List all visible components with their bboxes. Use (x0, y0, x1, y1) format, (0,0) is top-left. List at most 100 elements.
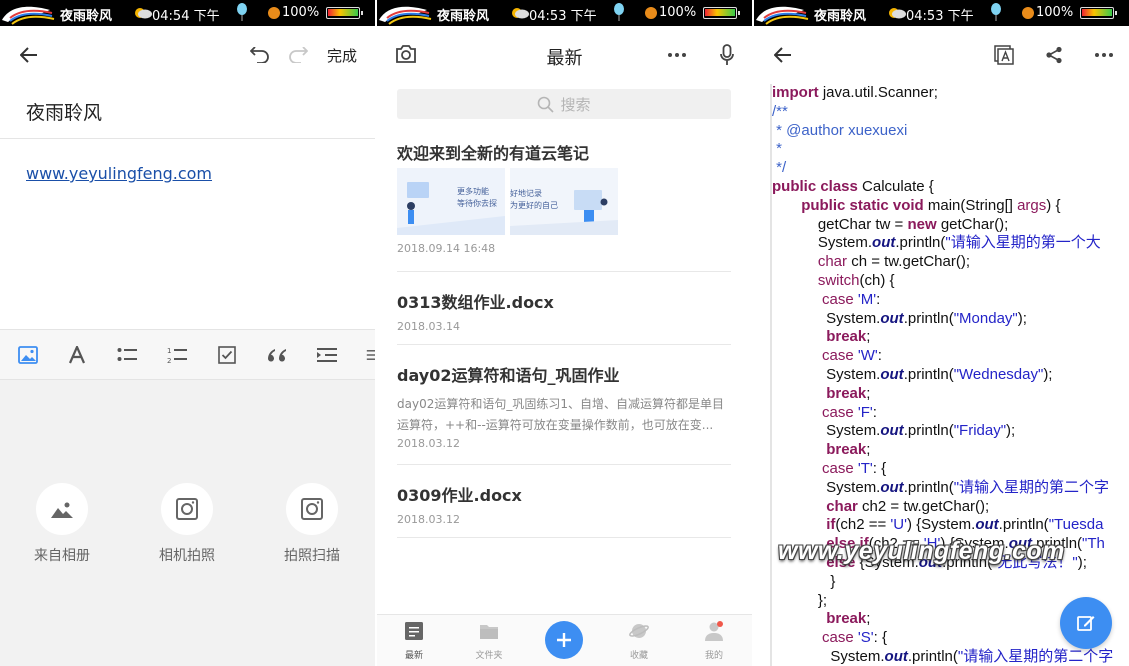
more-format-icon[interactable] (364, 344, 375, 366)
code-token: public class (772, 177, 858, 195)
code-line: switch(ch) { (772, 272, 1129, 291)
list-item[interactable]: day02运算符和语句_巩固作业 day02运算符和语句_巩固练习1、自增、自减… (397, 362, 731, 450)
tab-label: 文件夹 (475, 651, 503, 661)
code-token: "Friday" (953, 422, 1007, 440)
redo-icon[interactable] (286, 42, 310, 68)
list-item[interactable]: 欢迎来到全新的有道云笔记 (397, 140, 731, 164)
numbered-list-icon[interactable]: 12 (166, 344, 188, 366)
code-line: import java.util.Scanner; (772, 84, 1129, 103)
code-token: out (880, 365, 904, 383)
add-note-button[interactable] (545, 621, 583, 659)
code-token: 'S' (857, 629, 874, 647)
folder-icon (480, 625, 498, 639)
back-arrow-icon[interactable] (16, 42, 42, 68)
watermark-text: www.yeyulingfeng.com (778, 537, 1065, 565)
code-line: * @author xuexuexi (772, 122, 1129, 141)
note-preview: day02运算符和语句_巩固练习1、自增、自减运算符都是单目运算符，++和--运… (397, 397, 724, 432)
svg-text:2: 2 (167, 357, 171, 364)
code-line: break; (772, 328, 1129, 347)
code-token: .println( (903, 309, 954, 327)
tab-folders[interactable]: 文件夹 (459, 621, 519, 661)
document-icon (405, 622, 423, 640)
horse-logo-icon (379, 6, 432, 25)
weather-icon (889, 8, 906, 19)
divider (397, 271, 731, 272)
code-token: .println( (895, 234, 946, 252)
note-date: 2018.03.12 (397, 513, 460, 526)
thumbnail-caption: 好地记录 为更好的自己 (510, 189, 558, 210)
text-mode-icon[interactable] (992, 43, 1016, 67)
battery-saver-icon (645, 7, 657, 19)
quote-icon[interactable] (266, 344, 288, 366)
code-token: ); (1017, 309, 1027, 327)
code-line: case 'M': (772, 291, 1129, 310)
svg-text:1: 1 (167, 347, 171, 355)
divider (397, 537, 731, 538)
insert-camera-photo[interactable]: 相机拍照 (147, 483, 227, 565)
microphone-icon[interactable] (716, 43, 738, 67)
note-link[interactable]: www.yeyulingfeng.com (26, 164, 212, 183)
battery-saver-icon (1022, 7, 1034, 19)
code-token: ); (1006, 422, 1016, 440)
list-item[interactable]: 0313数组作业.docx 2018.03.14 (397, 289, 731, 333)
code-token: new (907, 215, 937, 233)
code-token: java.util.Scanner; (818, 84, 938, 101)
code-token: break (826, 441, 867, 459)
undo-icon[interactable] (248, 42, 272, 68)
code-line: /** (772, 103, 1129, 122)
bullet-list-icon[interactable] (116, 344, 138, 366)
tab-profile[interactable]: 我的 (684, 621, 744, 661)
edit-button[interactable] (1060, 597, 1112, 649)
code-token: .println( (903, 365, 954, 383)
code-token: break (826, 384, 867, 402)
code-token: (ch2 == (835, 516, 891, 534)
code-line: public static void main(String[] args) { (772, 197, 1129, 216)
code-token: public static void (801, 196, 924, 214)
checkbox-icon[interactable] (216, 344, 238, 366)
code-token: : { (872, 459, 887, 477)
code-line: System.out.println("Friday"); (772, 422, 1129, 441)
code-line: if(ch2 == 'U') {System.out.println("Tues… (772, 516, 1129, 535)
insert-scan[interactable]: 拍照扫描 (272, 483, 352, 565)
indent-icon[interactable] (316, 344, 338, 366)
note-title[interactable]: 夜雨聆风 (26, 98, 102, 125)
list-item[interactable]: 0309作业.docx 2018.03.12 (397, 482, 731, 526)
tab-latest[interactable]: 最新 (384, 621, 444, 661)
search-input[interactable]: 搜索 (397, 89, 731, 119)
tab-favorites[interactable]: 收藏 (609, 621, 669, 661)
pencil-icon (1077, 616, 1095, 631)
code-token: case (822, 290, 854, 308)
code-token: getChar(); (936, 215, 1009, 233)
note-thumbnail: 好地记录 为更好的自己 (510, 168, 618, 235)
done-button[interactable]: 完成 (327, 45, 357, 66)
balloon-icon (991, 3, 1001, 21)
code-token: main(String[] (923, 196, 1018, 214)
more-icon[interactable] (665, 44, 689, 66)
code-token: 'M' (857, 290, 877, 308)
code-token: ; (866, 384, 871, 402)
tab-label: 最新 (404, 651, 423, 661)
balloon-icon (614, 3, 624, 21)
text-format-icon[interactable] (66, 344, 88, 366)
code-line: * (772, 140, 1129, 159)
code-line: System.out.println("Monday"); (772, 310, 1129, 329)
note-date: 2018.03.12 (397, 437, 460, 450)
code-line: break; (772, 441, 1129, 460)
weather-icon (512, 8, 529, 19)
code-token: ; (866, 328, 871, 346)
insert-label: 来自相册 (34, 548, 90, 564)
more-icon[interactable] (1092, 44, 1116, 66)
image-icon[interactable] (17, 344, 39, 366)
note-thumbnail: 更多功能 等待你去探 (397, 168, 505, 235)
code-token: System. (772, 365, 881, 383)
note-view-screen: 夜雨聆风 04:53 下午 100% import java.util.Scan… (754, 0, 1129, 666)
divider (397, 344, 731, 345)
insert-from-album[interactable]: 来自相册 (22, 483, 102, 565)
share-icon[interactable] (1042, 43, 1066, 67)
back-arrow-icon[interactable] (770, 42, 796, 68)
